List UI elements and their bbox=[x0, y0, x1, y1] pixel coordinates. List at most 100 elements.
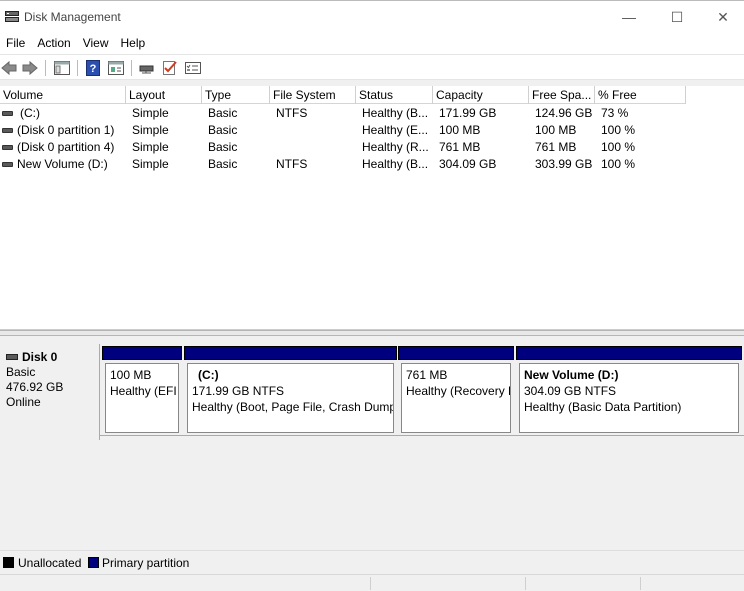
column-header-free-space[interactable]: Free Spa... bbox=[529, 86, 595, 104]
legend: Unallocated Primary partition bbox=[0, 550, 744, 574]
volume-layout: Simple bbox=[132, 106, 169, 120]
volume-list-header: Volume Layout Type File System Status Ca… bbox=[0, 86, 686, 104]
menu-help[interactable]: Help bbox=[115, 32, 152, 54]
volume-type: Basic bbox=[208, 106, 238, 120]
volume-icon bbox=[2, 145, 13, 150]
help-icon[interactable]: ? bbox=[85, 60, 101, 76]
volume-free-space: 761 MB bbox=[535, 140, 577, 154]
partition-c[interactable]: (C:) 171.99 GB NTFS Healthy (Boot, Page … bbox=[184, 346, 397, 436]
disk-size: 476.92 GB bbox=[6, 380, 64, 394]
primary-partition-swatch bbox=[88, 557, 99, 568]
volume-list[interactable]: Volume Layout Type File System Status Ca… bbox=[0, 86, 744, 330]
disk-0-partitions: 100 MB Healthy (EFI (C:) 171.99 GB NTFS … bbox=[100, 346, 744, 436]
volume-row-partition-4[interactable]: (Disk 0 partition 4) Simple Basic Health… bbox=[0, 139, 690, 156]
volume-icon bbox=[2, 128, 13, 133]
volume-percent-free: 100 % bbox=[601, 123, 636, 137]
volume-status: Healthy (R... bbox=[362, 140, 429, 154]
volume-type: Basic bbox=[208, 157, 238, 171]
properties-icon[interactable] bbox=[108, 60, 124, 76]
connect-drive-icon[interactable] bbox=[139, 60, 155, 76]
toolbar-separator bbox=[77, 60, 78, 76]
disk-0-label[interactable]: Disk 0 Basic 476.92 GB Online bbox=[0, 344, 100, 440]
volume-icon bbox=[2, 162, 13, 167]
column-header-capacity[interactable]: Capacity bbox=[433, 86, 529, 104]
svg-text:?: ? bbox=[90, 63, 97, 75]
volume-type: Basic bbox=[208, 123, 238, 137]
volume-capacity: 100 MB bbox=[439, 123, 481, 137]
volume-capacity: 761 MB bbox=[439, 140, 481, 154]
volume-layout: Simple bbox=[132, 140, 169, 154]
console-tree-icon[interactable] bbox=[54, 60, 70, 76]
column-header-type[interactable]: Type bbox=[202, 86, 270, 104]
partition-status: Healthy (Basic Data Partition) bbox=[524, 400, 682, 414]
volume-row-d[interactable]: New Volume (D:) Simple Basic NTFS Health… bbox=[0, 156, 690, 173]
list-view-icon[interactable] bbox=[185, 60, 201, 76]
volume-name: (Disk 0 partition 1) bbox=[17, 123, 115, 137]
partition-size: 100 MB bbox=[110, 368, 152, 382]
check-icon[interactable] bbox=[162, 60, 178, 76]
volume-row-partition-1[interactable]: (Disk 0 partition 1) Simple Basic Health… bbox=[0, 122, 690, 139]
menu-file[interactable]: File bbox=[0, 32, 31, 54]
status-divider bbox=[525, 577, 526, 590]
volume-percent-free: 100 % bbox=[601, 140, 636, 154]
volume-status: Healthy (B... bbox=[362, 106, 429, 120]
partition-recovery[interactable]: 761 MB Healthy (Recovery P bbox=[398, 346, 514, 436]
volume-layout: Simple bbox=[132, 157, 169, 171]
partition-title: New Volume (D:) bbox=[524, 368, 619, 382]
volume-file-system: NTFS bbox=[276, 157, 308, 171]
disk-management-app-icon bbox=[5, 11, 19, 22]
volume-capacity: 304.09 GB bbox=[439, 157, 497, 171]
volume-name: New Volume (D:) bbox=[17, 157, 108, 171]
menu-view[interactable]: View bbox=[77, 32, 115, 54]
column-header-status[interactable]: Status bbox=[356, 86, 433, 104]
partition-title: (C:) bbox=[198, 368, 219, 382]
volume-free-space: 100 MB bbox=[535, 123, 577, 137]
menu-action[interactable]: Action bbox=[31, 32, 76, 54]
status-bar bbox=[0, 574, 744, 591]
volume-percent-free: 73 % bbox=[601, 106, 629, 120]
column-header-volume[interactable]: Volume bbox=[0, 86, 126, 104]
disk-graphical-pane: Disk 0 Basic 476.92 GB Online 100 MB Hea… bbox=[0, 336, 744, 550]
volume-icon bbox=[2, 111, 13, 116]
primary-partition-bar bbox=[516, 346, 742, 360]
partition-efi[interactable]: 100 MB Healthy (EFI bbox=[102, 346, 182, 436]
disk-name: Disk 0 bbox=[22, 350, 58, 364]
volume-percent-free: 100 % bbox=[601, 157, 636, 171]
disk-state: Online bbox=[6, 395, 41, 409]
column-header-layout[interactable]: Layout bbox=[126, 86, 202, 104]
forward-arrow-icon[interactable] bbox=[22, 60, 38, 76]
title-bar: Disk Management — ☐ ✕ bbox=[0, 0, 744, 32]
volume-free-space: 303.99 GB bbox=[535, 157, 593, 171]
close-button[interactable]: ✕ bbox=[700, 1, 744, 33]
disk-type: Basic bbox=[6, 365, 36, 379]
minimize-button[interactable]: — bbox=[606, 1, 652, 33]
column-header-percent-free[interactable]: % Free bbox=[595, 86, 686, 104]
volume-type: Basic bbox=[208, 140, 238, 154]
primary-partition-bar bbox=[398, 346, 514, 360]
primary-partition-bar bbox=[184, 346, 397, 360]
partition-size: 171.99 GB NTFS bbox=[192, 384, 285, 398]
partition-status: Healthy (Recovery P bbox=[406, 384, 511, 398]
partition-status: Healthy (EFI bbox=[110, 384, 177, 398]
window-title: Disk Management bbox=[24, 10, 121, 24]
primary-partition-bar bbox=[102, 346, 182, 360]
unallocated-swatch bbox=[3, 557, 14, 568]
volume-capacity: 171.99 GB bbox=[439, 106, 497, 120]
status-divider bbox=[640, 577, 641, 590]
maximize-button[interactable]: ☐ bbox=[654, 1, 700, 33]
volume-free-space: 124.96 GB bbox=[535, 106, 593, 120]
partition-d[interactable]: New Volume (D:) 304.09 GB NTFS Healthy (… bbox=[516, 346, 742, 436]
status-divider bbox=[370, 577, 371, 590]
toolbar-separator bbox=[45, 60, 46, 76]
column-header-file-system[interactable]: File System bbox=[270, 86, 356, 104]
menu-bar: File Action View Help bbox=[0, 32, 744, 54]
volume-row-c[interactable]: (C:) Simple Basic NTFS Healthy (B... 171… bbox=[0, 105, 690, 122]
volume-name: (Disk 0 partition 4) bbox=[17, 140, 115, 154]
legend-primary-partition: Primary partition bbox=[102, 556, 190, 570]
back-arrow-icon[interactable] bbox=[1, 60, 17, 76]
volume-status: Healthy (E... bbox=[362, 123, 429, 137]
disk-icon bbox=[6, 354, 18, 360]
partition-status: Healthy (Boot, Page File, Crash Dump, bbox=[192, 400, 394, 414]
volume-layout: Simple bbox=[132, 123, 169, 137]
partition-size: 304.09 GB NTFS bbox=[524, 384, 617, 398]
